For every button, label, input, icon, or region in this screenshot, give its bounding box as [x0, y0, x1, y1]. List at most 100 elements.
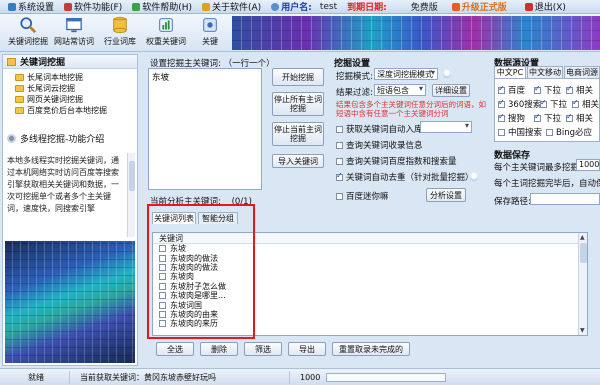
- checkbox-checked[interactable]: [534, 112, 541, 122]
- menu-about[interactable]: 关于软件(A): [198, 0, 265, 13]
- function-icon: [64, 2, 73, 11]
- status-ready: 就绪: [0, 370, 70, 384]
- upgrade-link[interactable]: 升级正式版: [448, 0, 511, 13]
- checkbox-checked[interactable]: [498, 84, 505, 94]
- scroll-up-icon[interactable]: ▲: [580, 234, 585, 241]
- folder-icon: [15, 74, 24, 81]
- source-sogou-related[interactable]: 相关: [566, 112, 593, 124]
- highlight-box: [147, 204, 255, 339]
- status-current-keyword: 当前获取关键词：黄冈东坡赤壁好玩吗: [70, 370, 290, 384]
- source-sogou[interactable]: 搜狗: [498, 112, 525, 124]
- settings-icon: [8, 2, 16, 11]
- keyword-dig-button[interactable]: 关键词挖掘: [6, 16, 50, 50]
- checkbox-checked[interactable]: [336, 171, 343, 181]
- weight-keywords-button[interactable]: 权重关键词: [144, 16, 188, 50]
- checkbox-checked[interactable]: [540, 98, 547, 108]
- result-list-scrollbar[interactable]: ▲ ▼: [578, 233, 587, 335]
- checkbox-checked[interactable]: [534, 84, 541, 94]
- lightbulb-icon[interactable]: [443, 69, 451, 78]
- checkbox-checked[interactable]: [498, 112, 505, 122]
- source-360[interactable]: 360搜索: [498, 98, 541, 110]
- menu-exit[interactable]: 退出(X): [521, 0, 570, 13]
- checkbox[interactable]: [336, 157, 343, 165]
- option-baidu-mini[interactable]: 百度迷你嘛: [336, 190, 389, 202]
- filter-hint-text: 结果包含多个主关键词任意分词后的词语，如短语中含有任意一个主关键词分词: [336, 100, 486, 118]
- keyword-dig-section-header[interactable]: 关键词挖掘: [3, 55, 137, 69]
- source-baidu-related[interactable]: 相关: [566, 84, 593, 96]
- partial-tool-button[interactable]: 关键: [190, 16, 230, 50]
- export-button[interactable]: 导出: [288, 342, 326, 356]
- left-item-longtail-cloud[interactable]: 长尾词云挖掘: [3, 83, 137, 94]
- checkbox[interactable]: [546, 128, 553, 136]
- option-query-index[interactable]: 查询关键词收录信息: [336, 139, 423, 151]
- source-bing[interactable]: Bing必应: [546, 126, 592, 138]
- menu-software-functions[interactable]: 软件功能(F): [60, 0, 126, 13]
- dig-mode-label: 挖掘模式:: [336, 72, 373, 82]
- scroll-down-icon[interactable]: ▼: [580, 327, 585, 334]
- tab-ecommerce-source[interactable]: 电商词源: [564, 66, 600, 78]
- tab-chinese-pc[interactable]: 中文PC: [494, 66, 526, 78]
- source-baidu[interactable]: 百度: [498, 84, 525, 96]
- left-panel: 关键词挖掘 长尾词本地挖掘 长尾词云挖掘 网页关键词挖掘 百度竞价后台本地挖掘 …: [2, 54, 138, 366]
- dig-settings-title: 挖掘设置: [334, 59, 371, 69]
- folder-icon: [15, 96, 24, 103]
- gear-icon: [7, 133, 16, 143]
- option-auto-dedupe[interactable]: 关键词自动去重（针对批量挖掘）: [336, 171, 474, 183]
- lightbulb-icon[interactable]: [470, 172, 478, 181]
- checkbox[interactable]: [336, 141, 343, 149]
- analyze-settings-button[interactable]: 分析设置: [426, 188, 466, 202]
- exit-icon: [524, 2, 533, 11]
- option-query-baidu-index[interactable]: 查询关键词百度指数和搜索量: [336, 155, 457, 167]
- stop-current-button[interactable]: 停止当前主词挖掘: [272, 122, 324, 146]
- multithread-intro-header[interactable]: 多线程挖掘-功能介绍: [3, 131, 137, 145]
- magnifier-icon: [20, 17, 37, 34]
- left-item-baidu-bidding[interactable]: 百度竞价后台本地挖掘: [3, 105, 137, 116]
- description-scrollbar[interactable]: [127, 153, 135, 237]
- delete-button[interactable]: 删除: [200, 342, 238, 356]
- multithread-description: 本地多线程实时挖掘关键词，通过本机网络实时访问百度等搜索引擎获取相关关键词和数据…: [7, 156, 119, 213]
- main-keyword-textarea[interactable]: 东坡: [148, 68, 262, 190]
- plan-badge: 免费版: [410, 3, 438, 13]
- partial-icon: [203, 18, 217, 32]
- left-item-longtail-local[interactable]: 长尾词本地挖掘: [3, 72, 137, 83]
- auto-save-label: 每个主词挖掘完毕后，自动保: [494, 179, 600, 189]
- source-baidu-dropdown[interactable]: 下拉: [534, 84, 561, 96]
- detail-settings-button[interactable]: 详细设置: [432, 84, 470, 97]
- option-auto-import[interactable]: 获取关键词自动入库: [336, 123, 423, 135]
- stop-all-button[interactable]: 停止所有主词挖掘: [272, 92, 324, 116]
- menu-software-help[interactable]: 软件帮助(H): [128, 0, 196, 13]
- import-keywords-button[interactable]: 导入关键词: [272, 154, 324, 168]
- reset-unfinished-button[interactable]: 重置取录未完成的: [332, 342, 410, 356]
- industry-wordbank-button[interactable]: 行业词库: [98, 16, 142, 50]
- about-icon: [202, 2, 211, 11]
- expire-info: 到期日期:: [343, 0, 391, 13]
- help-icon: [132, 2, 141, 11]
- dig-mode-select[interactable]: 深度词挖掘模式: [374, 68, 438, 80]
- checkbox-checked[interactable]: [572, 98, 579, 108]
- result-filter-select[interactable]: 短语包含: [374, 84, 426, 96]
- wordbank-select[interactable]: [420, 121, 472, 133]
- filter-button[interactable]: 筛选: [244, 342, 282, 356]
- checkbox[interactable]: [336, 125, 343, 133]
- checkbox[interactable]: [336, 192, 343, 200]
- data-save-title: 数据保存: [494, 151, 531, 161]
- tab-chinese-mobile[interactable]: 中文移动: [527, 66, 563, 78]
- checkbox-checked[interactable]: [566, 112, 573, 122]
- source-sogou-dropdown[interactable]: 下拉: [534, 112, 561, 124]
- site-frequent-words-button[interactable]: 网站常访词: [52, 16, 96, 50]
- left-item-webpage-keywords[interactable]: 网页关键词挖掘: [3, 94, 137, 105]
- source-360-related[interactable]: 相关: [572, 98, 599, 110]
- start-dig-button[interactable]: 开始挖掘: [272, 68, 324, 86]
- checkbox-checked[interactable]: [498, 98, 505, 108]
- source-360-dropdown[interactable]: 下拉: [540, 98, 567, 110]
- select-all-button[interactable]: 全选: [156, 342, 194, 356]
- checkbox[interactable]: [498, 128, 505, 136]
- result-filter-label: 结果过滤:: [336, 88, 373, 98]
- menu-system-settings[interactable]: 系统设置: [4, 0, 58, 13]
- save-path-label: 保存路径:: [494, 197, 531, 207]
- status-bar: 就绪 当前获取关键词：黄冈东坡赤壁好玩吗 1000: [0, 368, 600, 385]
- checkbox-checked[interactable]: [566, 84, 573, 94]
- save-path-input[interactable]: [530, 193, 600, 205]
- source-chinaso[interactable]: 中国搜索: [498, 126, 542, 138]
- max-dig-input[interactable]: 1000: [576, 159, 600, 171]
